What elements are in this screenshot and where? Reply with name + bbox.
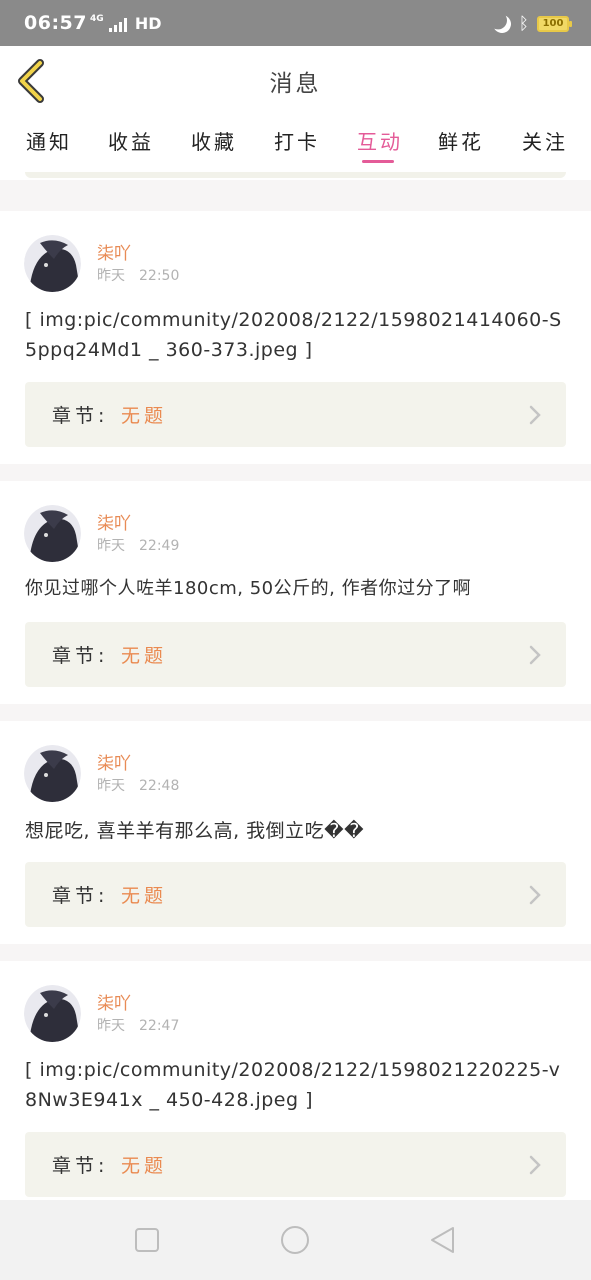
previous-card-edge — [25, 172, 566, 178]
message-content: 想屁吃, 喜羊羊有那么高, 我倒立吃�� — [25, 820, 365, 842]
message-timestamp: 昨天 22:47 — [97, 1015, 193, 1035]
message-time: 22:47 — [139, 1018, 180, 1034]
message-timestamp: 昨天 22:48 — [97, 775, 193, 795]
chevron-right-icon — [529, 1155, 541, 1175]
tab-bar: 通知 收益 收藏 打卡 互动 鲜花 关注 — [0, 116, 591, 180]
message-card: 柒吖 昨天 22:48 想屁吃, 喜羊羊有那么高, 我倒立吃�� 章节: 无题 — [0, 721, 591, 944]
chapter-value: 无题 — [121, 1155, 168, 1177]
message-content: 你见过哪个人咗羊180cm, 50公斤的, 作者你过分了啊 — [25, 578, 472, 599]
tab-interactions[interactable]: 互动 — [357, 126, 403, 155]
chapter-link[interactable]: 章节: 无题 — [25, 1132, 566, 1197]
active-tab-indicator — [362, 160, 394, 163]
network-indicator: 4G HD — [90, 14, 161, 33]
hd-label: HD — [134, 14, 162, 33]
tab-checkin[interactable]: 打卡 — [274, 126, 320, 155]
avatar[interactable] — [24, 235, 81, 292]
chapter-label: 章节: — [52, 645, 109, 667]
status-time: 06:57 — [24, 12, 87, 34]
status-bar: 06:57 4G HD ᛒ 100 — [0, 0, 591, 46]
circle-icon[interactable] — [280, 1225, 310, 1255]
triangle-left-icon[interactable] — [428, 1225, 458, 1255]
square-icon[interactable] — [132, 1225, 162, 1255]
bluetooth-icon: ᛒ — [518, 14, 529, 34]
message-time: 22:49 — [139, 538, 180, 554]
chapter-label: 章节: — [52, 885, 109, 907]
tab-notifications[interactable]: 通知 — [26, 126, 72, 155]
chevron-right-icon — [529, 885, 541, 905]
message-content: [ img:pic/community/202008/2122/15980212… — [25, 1059, 561, 1111]
tab-favorites[interactable]: 收藏 — [191, 126, 237, 155]
message-timestamp: 昨天 22:50 — [97, 265, 193, 285]
message-time: 22:48 — [139, 778, 180, 794]
message-date: 昨天 — [97, 1018, 125, 1034]
tab-earnings[interactable]: 收益 — [108, 126, 154, 155]
message-date: 昨天 — [97, 778, 125, 794]
username[interactable]: 柒吖 — [97, 509, 131, 534]
system-nav-bar — [0, 1200, 591, 1280]
moon-icon — [490, 12, 513, 35]
message-time: 22:50 — [139, 268, 180, 284]
chapter-label: 章节: — [52, 405, 109, 427]
message-card: 柒吖 昨天 22:47 [ img:pic/community/202008/21… — [0, 961, 591, 1200]
chapter-link[interactable]: 章节: 无题 — [25, 622, 566, 687]
battery-icon: 100 — [537, 16, 572, 32]
chapter-value: 无题 — [121, 405, 168, 427]
avatar[interactable] — [24, 505, 81, 562]
top-header: 消息 — [0, 46, 591, 116]
message-card: 柒吖 昨天 22:50 [ img:pic/community/202008/21… — [0, 211, 591, 464]
avatar[interactable] — [24, 745, 81, 802]
chapter-link[interactable]: 章节: 无题 — [25, 382, 566, 447]
chevron-right-icon — [529, 405, 541, 425]
chapter-value: 无题 — [121, 885, 168, 907]
chevron-right-icon — [529, 645, 541, 665]
tab-following[interactable]: 关注 — [522, 126, 568, 155]
battery-level: 100 — [542, 18, 564, 29]
page-title: 消息 — [269, 71, 322, 97]
chapter-label: 章节: — [52, 1155, 109, 1177]
message-content: [ img:pic/community/202008/2122/15980214… — [25, 309, 562, 361]
chapter-value: 无题 — [121, 645, 168, 667]
message-timestamp: 昨天 22:49 — [97, 535, 193, 555]
message-date: 昨天 — [97, 268, 125, 284]
username[interactable]: 柒吖 — [97, 239, 131, 264]
username[interactable]: 柒吖 — [97, 749, 131, 774]
message-date: 昨天 — [97, 538, 125, 554]
username[interactable]: 柒吖 — [97, 989, 131, 1014]
tab-flowers[interactable]: 鲜花 — [438, 126, 484, 155]
message-card: 柒吖 昨天 22:49 你见过哪个人咗羊180cm, 50公斤的, 作者你过分了啊… — [0, 481, 591, 704]
avatar[interactable] — [24, 985, 81, 1042]
network-type: 4G — [90, 14, 104, 24]
signal-icon — [109, 17, 128, 32]
chapter-link[interactable]: 章节: 无题 — [25, 862, 566, 927]
